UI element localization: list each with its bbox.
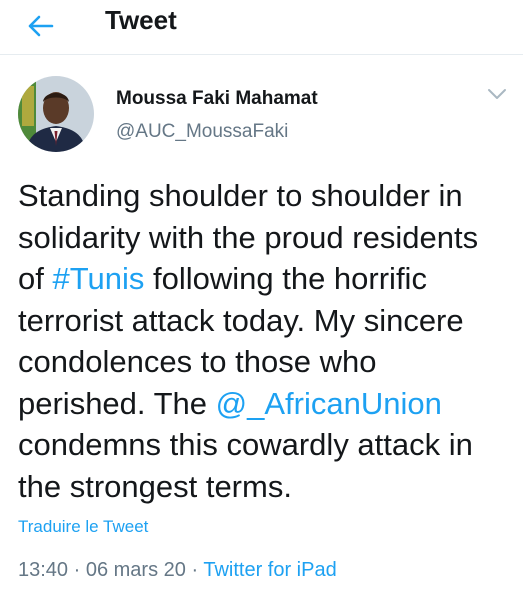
tweet-text: Standing shoulder to shoulder in solidar… xyxy=(18,175,513,507)
author-name[interactable]: Moussa Faki Mahamat xyxy=(116,88,318,110)
app-header: Tweet xyxy=(0,0,523,55)
author-handle[interactable]: @AUC_MoussaFaki xyxy=(116,121,288,143)
tweet-line: perished. The @_AfricanUnion xyxy=(18,383,513,425)
tweet-line: solidarity with the proud residents xyxy=(18,219,479,255)
tweet-time: 13:40 xyxy=(18,559,69,581)
translate-tweet-link[interactable]: Traduire le Tweet xyxy=(18,517,148,537)
mention-link[interactable]: @_AfricanUnion xyxy=(216,386,442,421)
author-portrait-image xyxy=(18,76,94,152)
separator: · xyxy=(185,559,204,581)
avatar[interactable] xyxy=(18,76,94,152)
hashtag-link[interactable]: #Tunis xyxy=(52,261,144,296)
tweet-metadata: 13:40 · 06 mars 20 · Twitter for iPad xyxy=(18,559,337,582)
tweet-date: 06 mars 20 xyxy=(85,559,186,581)
separator: · xyxy=(68,559,86,581)
page-title: Tweet xyxy=(105,5,177,35)
tweet-options-button[interactable] xyxy=(486,86,508,102)
chevron-down-icon xyxy=(488,89,506,99)
tweet-line: of #Tunis following the horrific xyxy=(18,258,513,300)
tweet-text-segment: following the horrific xyxy=(144,261,427,296)
tweet-line: the strongest terms. xyxy=(18,468,292,504)
tweet-line: condolences to those who xyxy=(18,344,377,379)
tweet-line: condemns this cowardly attack in xyxy=(18,427,473,462)
tweet-source-link[interactable]: Twitter for iPad xyxy=(203,559,336,581)
tweet-line: terrorist attack today. My sincere xyxy=(18,302,464,338)
tweet-text-segment: perished. The xyxy=(18,385,216,421)
tweet-line: Standing shoulder to shoulder in xyxy=(18,178,463,213)
tweet-text-segment: of xyxy=(18,261,53,296)
arrow-left-icon xyxy=(28,15,54,37)
back-button[interactable] xyxy=(20,6,60,46)
